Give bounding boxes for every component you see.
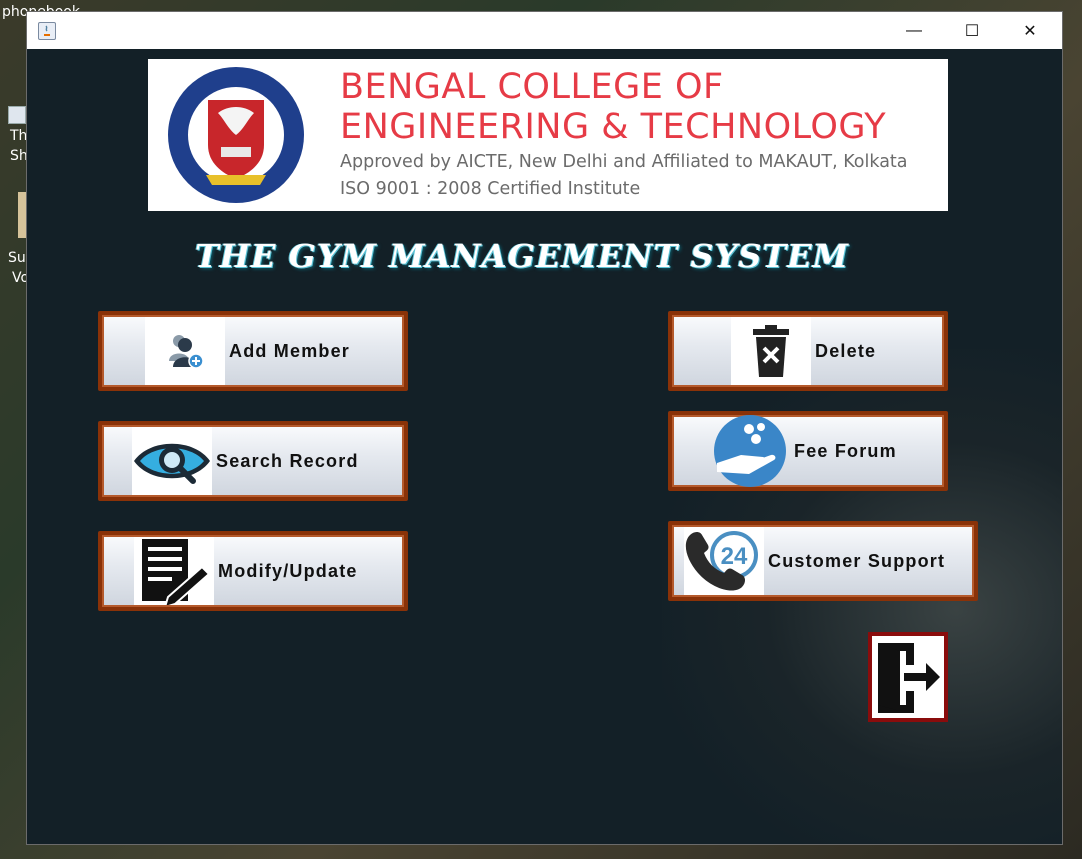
phone-24-icon: 24 <box>684 527 764 595</box>
maximize-button[interactable]: ☐ <box>943 12 1001 49</box>
approval-text: Approved by AICTE, New Delhi and Affilia… <box>340 152 908 172</box>
delete-label: Delete <box>815 341 877 361</box>
title-bar[interactable]: — ☐ ✕ <box>27 12 1062 49</box>
main-panel: BENGAL COLLEGE OF ENGINEERING & TECHNOLO… <box>27 49 1062 844</box>
app-title: THE GYM MANAGEMENT SYSTEM <box>194 237 850 275</box>
money-hand-icon <box>710 415 790 487</box>
close-button[interactable]: ✕ <box>1001 12 1059 49</box>
delete-button[interactable]: Delete <box>668 311 948 391</box>
exit-door-icon <box>878 643 940 713</box>
fee-forum-label: Fee Forum <box>794 441 897 461</box>
desktop-label-sh[interactable]: Sh <box>10 148 28 164</box>
search-record-label: Search Record <box>216 451 359 471</box>
modify-update-label: Modify/Update <box>218 561 358 581</box>
iso-text: ISO 9001 : 2008 Certified Institute <box>340 179 641 199</box>
college-name-line2: ENGINEERING & TECHNOLOGY <box>340 107 887 147</box>
add-user-icon <box>145 317 225 385</box>
college-name: BENGAL COLLEGE OF ENGINEERING & TECHNOLO… <box>340 67 886 147</box>
fee-forum-button[interactable]: Fee Forum <box>668 411 948 491</box>
trash-icon <box>731 317 811 385</box>
search-record-button[interactable]: Search Record <box>98 421 408 501</box>
customer-support-label: Customer Support <box>768 551 946 571</box>
edit-document-icon <box>134 537 214 605</box>
customer-support-button[interactable]: 24 Customer Support <box>668 521 978 601</box>
add-member-button[interactable]: Add Member <box>98 311 408 391</box>
exit-button[interactable] <box>868 632 948 722</box>
minimize-button[interactable]: — <box>885 12 943 49</box>
modify-update-button[interactable]: Modify/Update <box>98 531 408 611</box>
desktop-label-th[interactable]: Th <box>10 128 27 144</box>
shortcut-icon[interactable] <box>8 106 26 124</box>
add-member-label: Add Member <box>229 341 351 361</box>
college-name-line1: BENGAL COLLEGE OF <box>340 67 724 107</box>
eye-search-icon <box>132 427 212 495</box>
java-app-icon <box>38 22 56 40</box>
desktop-label-su[interactable]: Su <box>8 250 26 266</box>
college-seal-logo <box>168 67 304 203</box>
app-window: — ☐ ✕ BENGAL COLLEGE OF ENGINEERING & TE… <box>27 12 1062 844</box>
support-hours-text: 24 <box>721 543 748 570</box>
college-banner: BENGAL COLLEGE OF ENGINEERING & TECHNOLO… <box>148 59 948 211</box>
